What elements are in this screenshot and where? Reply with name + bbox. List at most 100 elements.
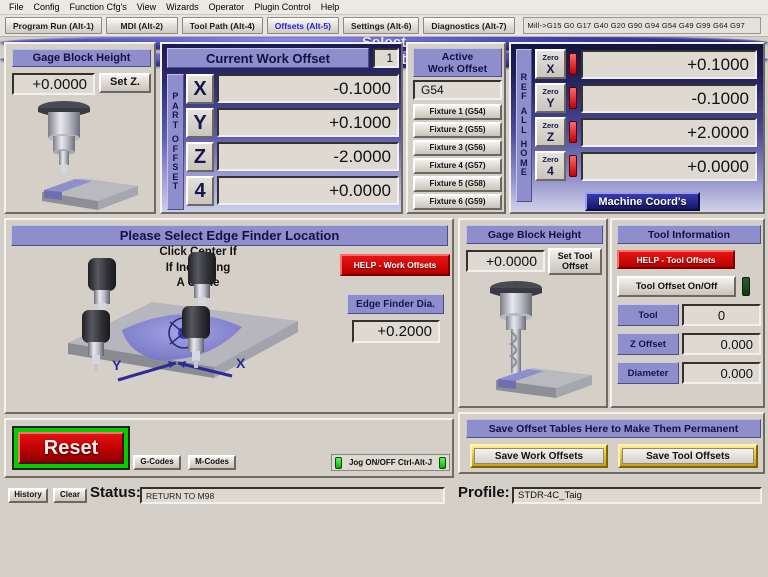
fixture-2-button[interactable]: Fixture 2 (G55): [413, 122, 502, 138]
zero-prefix: Zero: [542, 52, 559, 62]
save-tool-offsets-button[interactable]: Save Tool Offsets: [618, 444, 758, 468]
fixture-4-button[interactable]: Fixture 4 (G57): [413, 158, 502, 174]
zero-prefix: Zero: [542, 120, 559, 130]
save-offsets-panel: Save Offset Tables Here to Make Them Per…: [458, 412, 765, 474]
tool-number-value[interactable]: 0: [682, 304, 761, 326]
edge-finder-dia-value[interactable]: +0.2000: [352, 320, 440, 343]
active-work-offset-title-line1: Active: [441, 50, 474, 63]
save-tool-offsets-label: Save Tool Offsets: [622, 448, 754, 464]
fixture-1-button[interactable]: Fixture 1 (G54): [413, 104, 502, 120]
spindle-gage-block-illustration: [38, 101, 138, 210]
axis-label-4[interactable]: 4: [186, 176, 214, 206]
zero-x-button[interactable]: Zero X: [535, 49, 566, 79]
active-fixture-value[interactable]: G54: [413, 80, 502, 100]
m-codes-button[interactable]: M-Codes: [188, 455, 236, 470]
edge-finder-dia-label: Edge Finder Dia.: [347, 294, 444, 314]
zero-4-button[interactable]: Zero 4: [535, 151, 566, 181]
work-offset-y-value[interactable]: +0.1000: [217, 108, 399, 137]
zero-y-button[interactable]: Zero Y: [535, 83, 566, 113]
zero-prefix: Zero: [542, 86, 559, 96]
tool-offset-status-led: [742, 277, 750, 296]
status-label: Status:: [90, 484, 141, 501]
dro-z-value[interactable]: +2.0000: [581, 118, 757, 147]
z-offset-label: Z Offset: [617, 333, 679, 355]
tool-information-title: Tool Information: [617, 225, 761, 244]
help-work-offsets-button[interactable]: HELP - Work Offsets: [340, 254, 450, 276]
z-offset-value[interactable]: 0.000: [682, 333, 761, 355]
machine-coords-button[interactable]: Machine Coord's: [585, 192, 700, 211]
clear-button[interactable]: Clear: [53, 488, 87, 503]
x-axis-letter: X: [236, 355, 246, 371]
help-tool-offsets-button[interactable]: HELP - Tool Offsets: [617, 250, 735, 269]
jog-toggle-control[interactable]: Jog ON/OFF Ctrl-Alt-J: [331, 454, 450, 471]
jog-led-left: [335, 456, 342, 469]
menu-item-wizards[interactable]: Wizards: [161, 1, 204, 14]
menu-item-operator[interactable]: Operator: [204, 1, 250, 14]
set-tool-offset-button[interactable]: Set Tool Offset: [548, 248, 602, 275]
zero-axis-name: Y: [546, 95, 555, 110]
vchar: T: [172, 181, 179, 192]
gage-block-height-tool-panel: Gage Block Height +0.0000 Set Tool Offse…: [458, 218, 608, 408]
zero-axis-name: X: [546, 61, 555, 76]
gage-block-height-tool-title: Gage Block Height: [466, 225, 603, 244]
axis-label-y[interactable]: Y: [186, 108, 214, 138]
g-codes-button[interactable]: G-Codes: [133, 455, 181, 470]
machine-dro-panel: R E F A L L H O M E Zero X Zero Y Zero Z…: [509, 42, 765, 214]
vchar: E: [520, 167, 528, 178]
dro-4-value[interactable]: +0.0000: [581, 152, 757, 181]
menu-item-view[interactable]: View: [132, 1, 161, 14]
save-work-offsets-label: Save Work Offsets: [474, 448, 604, 464]
status-value: RETURN TO M98: [140, 487, 445, 504]
reset-button[interactable]: Reset: [12, 426, 130, 470]
work-offset-z-value[interactable]: -2.0000: [217, 142, 399, 171]
tool-offset-toggle-button[interactable]: Tool Offset On/Off: [617, 276, 736, 297]
y-axis-letter: Y: [112, 357, 122, 373]
tab-tool-path[interactable]: Tool Path (Alt-4): [181, 17, 263, 34]
set-z-button[interactable]: Set Z.: [99, 73, 151, 93]
tab-diagnostics[interactable]: Diagnostics (Alt-7): [423, 17, 515, 34]
gage-block-height-tool-value[interactable]: +0.0000: [466, 250, 545, 272]
gage-block-height-value[interactable]: +0.0000: [12, 73, 95, 95]
work-offset-4-value[interactable]: +0.0000: [217, 176, 399, 205]
zero-axis-name: Z: [546, 129, 555, 144]
menu-item-config[interactable]: Config: [29, 1, 65, 14]
current-work-offset-index[interactable]: 1: [373, 48, 399, 68]
mach3-offsets-screen: File Config Function Cfg's View Wizards …: [0, 0, 768, 577]
save-offsets-title: Save Offset Tables Here to Make Them Per…: [466, 419, 761, 438]
menu-bar: File Config Function Cfg's View Wizards …: [0, 0, 768, 15]
fixture-3-button[interactable]: Fixture 3 (G56): [413, 140, 502, 156]
axis-label-x[interactable]: X: [186, 74, 214, 104]
drill-gage-block-illustration: [490, 281, 592, 398]
tab-offsets[interactable]: Offsets (Alt-5): [266, 17, 339, 34]
dro-x-value[interactable]: +0.1000: [581, 50, 757, 79]
fixture-6-button[interactable]: Fixture 6 (G59): [413, 194, 502, 210]
save-work-offsets-button[interactable]: Save Work Offsets: [470, 444, 608, 468]
gage-block-height-title: Gage Block Height: [12, 49, 151, 67]
jog-led-right: [439, 456, 446, 469]
profile-value: STDR-4C_Taig: [512, 487, 762, 504]
active-work-offset-title: Active Work Offset: [413, 48, 502, 77]
vchar: L: [521, 124, 527, 135]
history-button[interactable]: History: [8, 488, 48, 503]
active-work-offset-title-line2: Work Offset: [427, 62, 488, 75]
reset-button-label: Reset: [18, 432, 124, 464]
menu-item-help[interactable]: Help: [316, 1, 345, 14]
menu-item-plugin-control[interactable]: Plugin Control: [249, 1, 316, 14]
tab-bar: Program Run (Alt-1) MDI (Alt-2) Tool Pat…: [0, 15, 768, 37]
menu-item-function-cfgs[interactable]: Function Cfg's: [65, 1, 132, 14]
work-offset-x-value[interactable]: -0.1000: [217, 74, 399, 103]
dro-y-value[interactable]: -0.1000: [581, 84, 757, 113]
ref-all-home-label[interactable]: R E F A L L H O M E: [516, 49, 532, 202]
axis-label-z[interactable]: Z: [186, 142, 214, 172]
gcode-modal-status-line: Mill->G15 G0 G17 G40 G20 G90 G94 G54 G49…: [522, 17, 761, 34]
tab-program-run[interactable]: Program Run (Alt-1): [5, 17, 102, 34]
tab-settings[interactable]: Settings (Alt-6): [342, 17, 420, 34]
jog-toggle-label: Jog ON/OFF Ctrl-Alt-J: [348, 458, 433, 467]
menu-item-file[interactable]: File: [4, 1, 29, 14]
zero-z-button[interactable]: Zero Z: [535, 117, 566, 147]
gage-block-height-panel: Gage Block Height +0.0000 Set Z.: [4, 42, 156, 214]
tab-mdi[interactable]: MDI (Alt-2): [105, 17, 178, 34]
fixture-5-button[interactable]: Fixture 5 (G58): [413, 176, 502, 192]
diameter-value[interactable]: 0.000: [682, 362, 761, 384]
z-referenced-led: [569, 121, 577, 143]
